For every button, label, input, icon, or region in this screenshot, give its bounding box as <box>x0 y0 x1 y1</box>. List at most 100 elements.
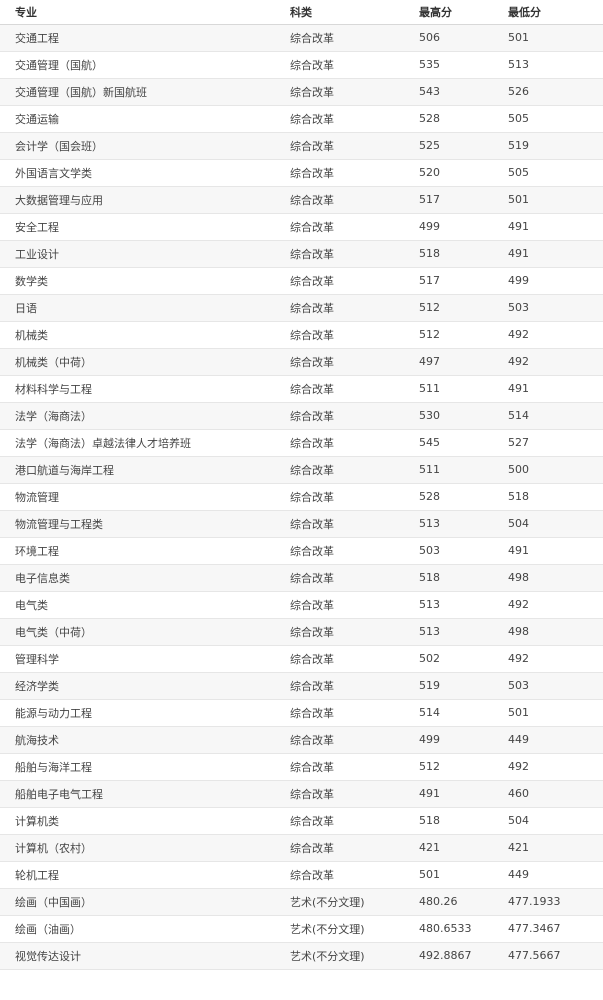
cell-max-score: 511 <box>417 456 506 484</box>
cell-category: 综合改革 <box>288 348 417 376</box>
cell-category: 综合改革 <box>288 132 417 160</box>
cell-min-score: 519 <box>506 132 603 160</box>
table-row: 物流管理 综合改革 528 518 <box>0 483 603 511</box>
cell-max-score: 421 <box>417 834 506 862</box>
table-row: 日语 综合改革 512 503 <box>0 294 603 322</box>
cell-major: 电气类（中荷） <box>0 618 288 646</box>
table-row: 电气类（中荷） 综合改革 513 498 <box>0 618 603 646</box>
cell-category: 综合改革 <box>288 213 417 241</box>
cell-min-score: 505 <box>506 159 603 187</box>
cell-max-score: 513 <box>417 510 506 538</box>
table-row: 绘画（油画） 艺术(不分文理) 480.6533 477.3467 <box>0 915 603 943</box>
table-header-row: 专业 科类 最高分 最低分 <box>0 0 603 25</box>
cell-max-score: 499 <box>417 726 506 754</box>
table-row: 机械类 综合改革 512 492 <box>0 321 603 349</box>
cell-category: 综合改革 <box>288 456 417 484</box>
cell-major: 港口航道与海岸工程 <box>0 456 288 484</box>
cell-major: 物流管理 <box>0 483 288 511</box>
cell-max-score: 480.6533 <box>417 915 506 943</box>
cell-max-score: 506 <box>417 24 506 52</box>
cell-max-score: 518 <box>417 240 506 268</box>
cell-major: 绘画（中国画） <box>0 888 288 916</box>
cell-major: 能源与动力工程 <box>0 699 288 727</box>
cell-category: 综合改革 <box>288 861 417 889</box>
cell-min-score: 421 <box>506 834 603 862</box>
cell-min-score: 501 <box>506 186 603 214</box>
cell-category: 综合改革 <box>288 105 417 133</box>
cell-max-score: 512 <box>417 294 506 322</box>
table-row: 交通管理（国航） 综合改革 535 513 <box>0 51 603 79</box>
cell-min-score: 477.3467 <box>506 915 603 943</box>
cell-max-score: 528 <box>417 483 506 511</box>
cell-major: 经济学类 <box>0 672 288 700</box>
table-row: 环境工程 综合改革 503 491 <box>0 537 603 565</box>
cell-max-score: 545 <box>417 429 506 457</box>
cell-min-score: 504 <box>506 510 603 538</box>
cell-min-score: 501 <box>506 24 603 52</box>
cell-max-score: 543 <box>417 78 506 106</box>
cell-min-score: 504 <box>506 807 603 835</box>
cell-category: 综合改革 <box>288 726 417 754</box>
score-table: 专业 科类 最高分 最低分 交通工程 综合改革 506 501 交通管理（国航） 综合改革… <box>0 0 603 970</box>
cell-max-score: 530 <box>417 402 506 430</box>
cell-max-score: 511 <box>417 375 506 403</box>
cell-category: 综合改革 <box>288 618 417 646</box>
cell-max-score: 525 <box>417 132 506 160</box>
cell-min-score: 527 <box>506 429 603 457</box>
table-row: 材料科学与工程 综合改革 511 491 <box>0 375 603 403</box>
cell-min-score: 449 <box>506 726 603 754</box>
table-body: 交通工程 综合改革 506 501 交通管理（国航） 综合改革 535 513 交通管理（国航）… <box>0 24 603 970</box>
cell-min-score: 518 <box>506 483 603 511</box>
cell-major: 工业设计 <box>0 240 288 268</box>
cell-category: 综合改革 <box>288 186 417 214</box>
cell-max-score: 499 <box>417 213 506 241</box>
table-row: 法学（海商法）卓越法律人才培养班 综合改革 545 527 <box>0 429 603 457</box>
cell-max-score: 517 <box>417 186 506 214</box>
cell-major: 电气类 <box>0 591 288 619</box>
cell-min-score: 498 <box>506 618 603 646</box>
cell-major: 交通管理（国航） <box>0 51 288 79</box>
cell-category: 综合改革 <box>288 429 417 457</box>
cell-major: 船舶与海洋工程 <box>0 753 288 781</box>
cell-max-score: 502 <box>417 645 506 673</box>
cell-max-score: 513 <box>417 618 506 646</box>
cell-major: 计算机（农村） <box>0 834 288 862</box>
cell-max-score: 519 <box>417 672 506 700</box>
cell-major: 外国语言文学类 <box>0 159 288 187</box>
cell-category: 综合改革 <box>288 807 417 835</box>
cell-min-score: 505 <box>506 105 603 133</box>
cell-min-score: 503 <box>506 672 603 700</box>
table-row: 电子信息类 综合改革 518 498 <box>0 564 603 592</box>
cell-category: 综合改革 <box>288 78 417 106</box>
cell-max-score: 535 <box>417 51 506 79</box>
cell-max-score: 512 <box>417 753 506 781</box>
cell-max-score: 512 <box>417 321 506 349</box>
cell-min-score: 492 <box>506 753 603 781</box>
cell-min-score: 449 <box>506 861 603 889</box>
cell-max-score: 492.8867 <box>417 942 506 970</box>
cell-max-score: 518 <box>417 807 506 835</box>
table-row: 交通工程 综合改革 506 501 <box>0 24 603 52</box>
table-row: 安全工程 综合改革 499 491 <box>0 213 603 241</box>
cell-max-score: 503 <box>417 537 506 565</box>
table-row: 外国语言文学类 综合改革 520 505 <box>0 159 603 187</box>
cell-min-score: 513 <box>506 51 603 79</box>
cell-min-score: 491 <box>506 537 603 565</box>
cell-major: 管理科学 <box>0 645 288 673</box>
cell-min-score: 500 <box>506 456 603 484</box>
cell-major: 机械类（中荷） <box>0 348 288 376</box>
cell-category: 综合改革 <box>288 753 417 781</box>
cell-min-score: 477.1933 <box>506 888 603 916</box>
table-row: 绘画（中国画） 艺术(不分文理) 480.26 477.1933 <box>0 888 603 916</box>
cell-major: 日语 <box>0 294 288 322</box>
cell-major: 交通管理（国航）新国航班 <box>0 78 288 106</box>
cell-max-score: 520 <box>417 159 506 187</box>
table-row: 大数据管理与应用 综合改革 517 501 <box>0 186 603 214</box>
cell-major: 数学类 <box>0 267 288 295</box>
cell-min-score: 498 <box>506 564 603 592</box>
cell-max-score: 491 <box>417 780 506 808</box>
cell-category: 综合改革 <box>288 834 417 862</box>
table-row: 视觉传达设计 艺术(不分文理) 492.8867 477.5667 <box>0 942 603 970</box>
cell-min-score: 491 <box>506 240 603 268</box>
cell-min-score: 514 <box>506 402 603 430</box>
